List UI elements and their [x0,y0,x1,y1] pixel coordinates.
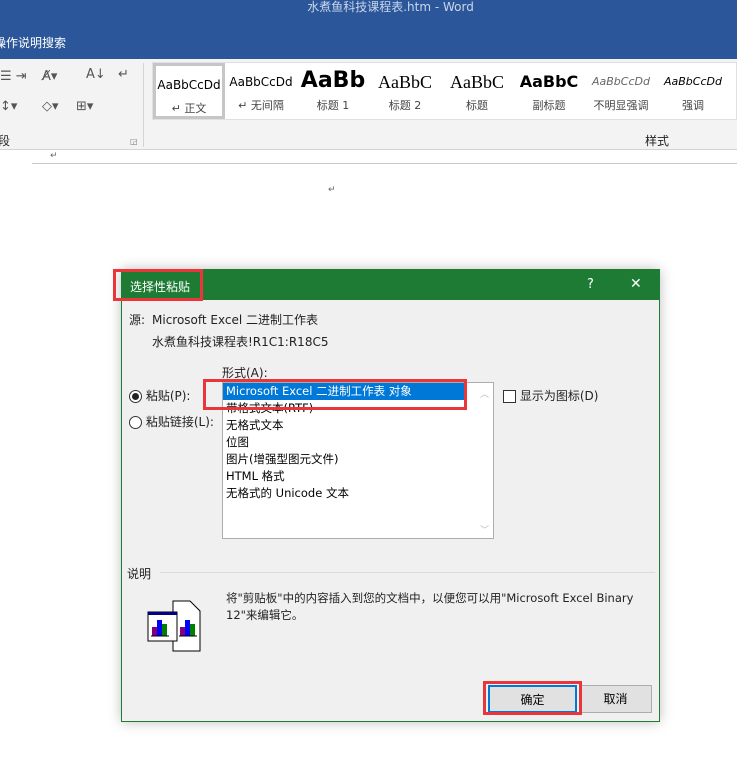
style-name: ↵ 无间隔 [238,99,284,112]
paste-radio-label: 粘贴(P): [145,389,191,403]
help-button[interactable]: ? [587,277,594,292]
styles-group-label: 样式 [645,134,670,148]
format-option[interactable]: 无格式文本 [223,417,493,434]
shading-icon[interactable]: ◇▾ [42,99,59,114]
paste-special-dialog: 选择性粘贴 ? ✕ 源: Microsoft Excel 二进制工作表 水煮鱼科… [121,269,660,722]
radio-button[interactable] [129,390,142,403]
style-name: 副标题 [532,99,566,112]
format-option[interactable]: 带格式文本(RTF) [223,400,493,417]
styles-gallery: AaBbCcDd ↵ 正文 AaBbCcDd ↵ 无间隔 AaBb 标题 1 AaBb… [152,62,737,120]
sort-icon[interactable]: A↓ [86,67,106,82]
style-name: ↵ 正文 [171,102,207,115]
tell-me-search[interactable]: 操作说明搜索 [0,34,66,51]
description-label: 说明 [127,567,152,581]
style-emphasis[interactable]: AaBbCcDd 强调 [657,63,729,119]
close-button[interactable]: ✕ [630,276,642,292]
style-name: 标题 [466,99,488,112]
style-no-spacing[interactable]: AaBbCcDd ↵ 无间隔 [225,63,297,119]
style-name: 标题 2 [388,99,422,112]
style-preview: AaBbCcDd [592,75,650,88]
display-as-icon-label: 显示为图标(D) [519,389,599,403]
paste-link-radio-label: 粘贴链接(L): [145,415,214,429]
paragraph-mark: ↵ [328,185,336,195]
paste-radio[interactable]: 粘贴(P): [129,387,190,404]
style-normal[interactable]: AaBbCcDd ↵ 正文 [153,63,225,119]
group-divider [143,63,144,147]
paragraph-mark: ↵ [50,151,58,161]
dialog-title-bar[interactable]: 选择性粘贴 ? ✕ [122,270,659,300]
style-name: 强调 [682,99,704,112]
excel-object-icon [147,600,215,652]
style-title[interactable]: AaBbC 标题 [441,63,513,119]
style-heading-2[interactable]: AaBbC 标题 2 [369,63,441,119]
style-name: 不明显强调 [593,99,649,112]
scroll-up-icon[interactable]: ︿ [476,387,493,400]
listbox-scrollbar[interactable]: ︿ ﹀ [476,383,493,538]
format-option[interactable]: HTML 格式 [223,468,493,485]
style-preview: AaBbC [450,72,504,92]
tell-me-bar: 操作说明搜索 [0,26,737,59]
format-option[interactable]: 图片(增强型图元文件) [223,451,493,468]
style-preview: AaBbC [378,72,432,92]
cancel-button[interactable]: 取消 [579,685,652,713]
source-value: Microsoft Excel 二进制工作表 [152,313,319,327]
indent-icon[interactable]: ☰ ⇥ [0,69,27,84]
style-preview: AaBbCcDd [157,78,221,92]
format-option[interactable]: Microsoft Excel 二进制工作表 对象 [223,383,467,400]
style-preview: AaBb [300,68,366,93]
format-listbox[interactable]: Microsoft Excel 二进制工作表 对象 带格式文本(RTF) 无格式… [222,382,494,539]
asian-layout-icon[interactable]: A̸▾ [42,69,57,84]
paste-link-radio[interactable]: 粘贴链接(L): [129,413,214,430]
style-preview: AaBbCcDd [229,75,293,89]
display-as-icon-checkbox[interactable]: 显示为图标(D) [503,387,598,404]
style-preview: AaBbCcDd [664,75,722,88]
style-subtitle[interactable]: AaBbC 副标题 [513,63,585,119]
style-name: 标题 1 [316,99,350,112]
style-subtle-emphasis[interactable]: AaBbCcDd 不明显强调 [585,63,657,119]
checkbox[interactable] [503,390,516,403]
dialog-title: 选择性粘贴 [130,280,191,294]
description-text: 将"剪贴板"中的内容插入到您的文档中，以便您可以用"Microsoft Exce… [226,591,634,622]
borders-icon[interactable]: ⊞▾ [76,99,93,114]
source-range: 水煮鱼科技课程表!R1C1:R18C5 [152,335,329,349]
dialog-launcher-icon[interactable]: ◲ [130,137,138,146]
source-label: 源: [129,313,146,327]
ok-button[interactable]: 确定 [488,685,577,713]
format-option[interactable]: 无格式的 Unicode 文本 [223,485,493,502]
radio-button[interactable] [129,416,142,429]
window-title: 水煮鱼科技课程表.htm - Word [307,0,474,14]
description-divider [160,572,655,573]
title-bar: 水煮鱼科技课程表.htm - Word [0,0,737,26]
line-spacing-icon[interactable]: ↕▾ [0,99,17,114]
style-heading-1[interactable]: AaBb 标题 1 [297,63,369,119]
format-option[interactable]: 位图 [223,434,493,451]
style-preview: AaBbC [519,72,579,91]
page-edge-line [32,163,737,164]
format-label: 形式(A): [222,366,268,380]
show-marks-icon[interactable]: ↵ [118,67,129,82]
scroll-down-icon[interactable]: ﹀ [476,523,493,536]
